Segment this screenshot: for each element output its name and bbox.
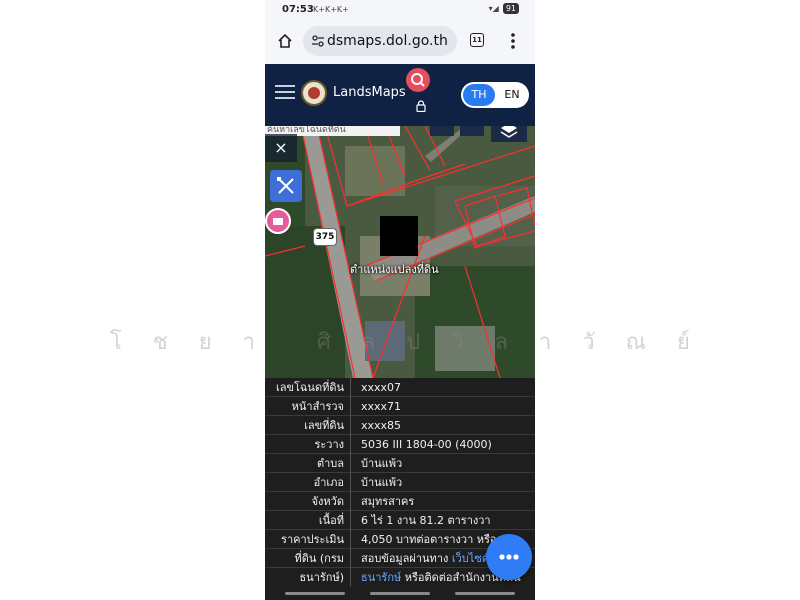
map-tool-button[interactable] [430, 126, 454, 136]
menu-icon[interactable] [275, 84, 295, 100]
nav-segment [455, 592, 515, 595]
row-label: ตำบล [265, 454, 351, 473]
watermark-char: ณ [625, 330, 647, 355]
row-label: จังหวัด [265, 492, 351, 511]
watermark-char: า [538, 330, 552, 355]
watermark-char: วั [582, 330, 595, 355]
row-label: เลขโฉนดที่ดิน [265, 378, 351, 397]
address-bar[interactable]: dsmaps.dol.go.th [303, 26, 457, 56]
url-text: dsmaps.dol.go.th [327, 33, 448, 49]
route-number-badge: 375 [313, 228, 337, 246]
close-button[interactable]: × [265, 134, 297, 162]
watermark-char: ย์ [677, 330, 690, 355]
lang-th-button[interactable]: TH [463, 84, 495, 106]
language-toggle[interactable]: TH EN [461, 82, 529, 108]
row-value: 4,050 บาทต่อตารางวา หรือ [361, 533, 497, 546]
map-view[interactable]: ค้นหาเลขโฉนดที่ดิน × 375 ตำแหน่งแปลงที่ด… [265, 126, 535, 378]
row-value: บ้านแพ้ว [361, 457, 403, 470]
lock-icon[interactable] [416, 100, 426, 112]
more-menu-icon[interactable] [510, 31, 516, 51]
info-row-district: อำเภอ บ้านแพ้ว [265, 473, 535, 492]
poi-marker[interactable] [265, 208, 291, 234]
row-value: 6 ไร่ 1 งาน 81.2 ตารางวา [361, 514, 491, 527]
row-label: ราคาประเมิน [265, 530, 351, 549]
redacted-marker [380, 216, 418, 256]
row-value-text: สอบข้อมูลผ่านทาง [361, 552, 449, 565]
info-row-subdistrict: ตำบล บ้านแพ้ว [265, 454, 535, 473]
nav-segment [370, 592, 430, 595]
signal-icon: ▾◢ [488, 4, 499, 13]
watermark-char: ย [198, 330, 212, 355]
more-actions-button[interactable] [486, 534, 532, 580]
draw-tool-button[interactable] [270, 170, 302, 202]
department-logo [301, 80, 327, 106]
app-header: LandsMaps TH EN [265, 64, 535, 126]
info-row-area: เนื้อที่ 6 ไร่ 1 งาน 81.2 ตารางวา [265, 511, 535, 530]
row-label: ที่ดิน (กรม [265, 549, 351, 568]
brand-title: LandsMaps [333, 85, 406, 100]
row-label: ระวาง [265, 435, 351, 454]
tab-switcher-button[interactable]: 11 [470, 33, 484, 47]
row-label: หน้าสำรวจ [265, 397, 351, 416]
row-label: เนื้อที่ [265, 511, 351, 530]
lang-en-button[interactable]: EN [497, 84, 527, 106]
search-button[interactable] [406, 68, 430, 92]
ellipsis-icon [499, 554, 519, 560]
watermark-char: า [242, 330, 255, 355]
row-label: ธนารักษ์) [265, 568, 351, 587]
home-icon[interactable] [277, 33, 293, 49]
status-right: ▾◢ 91 [489, 3, 519, 14]
info-row-deed: เลขโฉนดที่ดิน xxxx07 [265, 378, 535, 397]
row-value: xxxx07 [361, 381, 402, 394]
row-label: อำเภอ [265, 473, 351, 492]
nav-segment [285, 592, 345, 595]
phone-screen: 07:53 K+K+K+ ▾◢ 91 dsmaps.dol.go.th 11 L… [265, 0, 535, 600]
info-row-land-no: เลขที่ดิน xxxx85 [265, 416, 535, 435]
website-link[interactable]: เว็บไซต์ [452, 552, 489, 565]
row-value: สมุทรสาคร [361, 495, 415, 508]
info-row-province: จังหวัด สมุทรสาคร [265, 492, 535, 511]
watermark-char: ช [152, 330, 168, 355]
search-icon [411, 73, 425, 87]
building-icon [273, 218, 283, 225]
row-value: xxxx71 [361, 400, 402, 413]
status-bar: 07:53 K+K+K+ ▾◢ 91 [265, 0, 535, 20]
gesture-bar [265, 586, 535, 600]
ruler-pencil-icon [277, 177, 294, 194]
row-value: 5036 III 1804-00 (4000) [361, 438, 492, 451]
battery-indicator: 91 [502, 3, 519, 14]
row-value: xxxx85 [361, 419, 402, 432]
status-time: 07:53 [282, 4, 314, 15]
measure-tool-button[interactable] [460, 126, 484, 136]
notification-icons: K+K+K+ [313, 5, 349, 14]
site-settings-icon[interactable] [311, 34, 325, 48]
row-value: สอบข้อมูลผ่านทาง เว็บไซต์ [361, 549, 489, 568]
watermark-char: โ [110, 330, 122, 355]
treasury-link[interactable]: ธนารักษ์ [361, 571, 401, 584]
row-value: บ้านแพ้ว [361, 476, 403, 489]
info-row-sheet: ระวาง 5036 III 1804-00 (4000) [265, 435, 535, 454]
layers-icon [500, 126, 518, 138]
browser-toolbar: dsmaps.dol.go.th 11 [265, 20, 535, 64]
row-label: เลขที่ดิน [265, 416, 351, 435]
parcel-location-label: ตำแหน่งแปลงที่ดิน [350, 263, 439, 276]
info-row-survey: หน้าสำรวจ xxxx71 [265, 397, 535, 416]
layers-button[interactable] [491, 126, 527, 142]
